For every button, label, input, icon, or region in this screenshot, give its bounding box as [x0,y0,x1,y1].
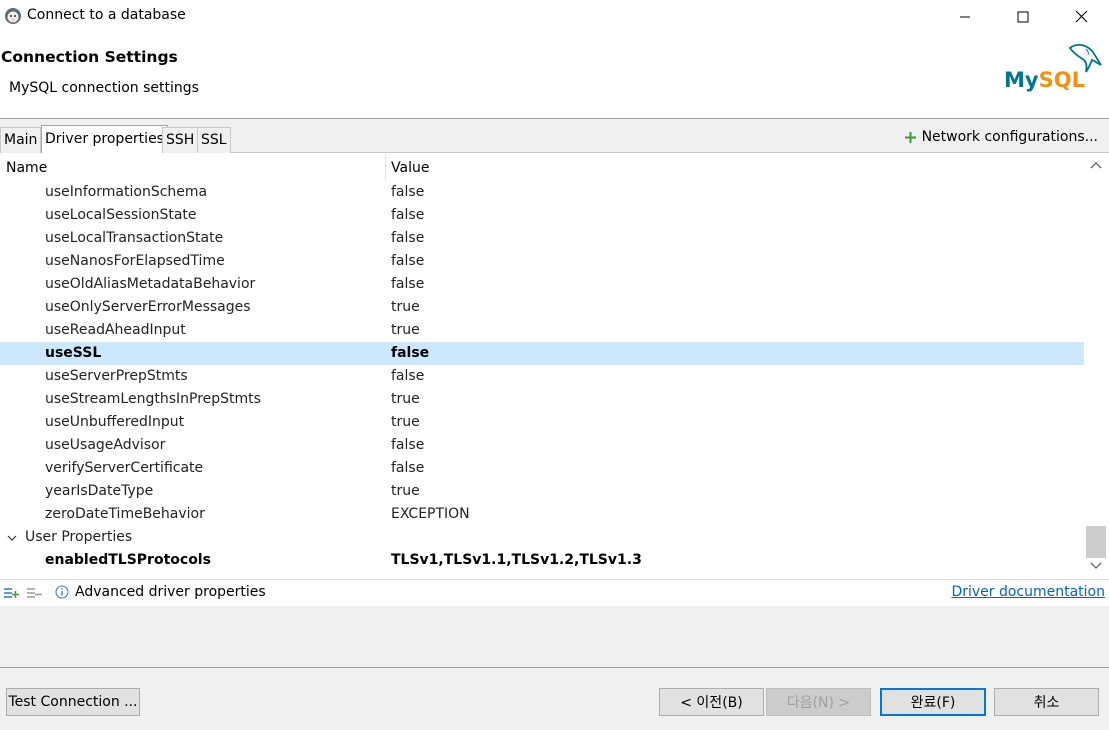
property-value[interactable]: false [391,184,424,200]
tab-bar: Main Driver properties SSH SSL Network c… [0,119,1109,154]
back-button[interactable]: < 이전(B) [659,688,764,716]
property-name: enabledTLSProtocols [45,552,211,568]
window-title: Connect to a database [27,7,186,23]
group-label: User Properties [25,529,133,545]
property-name: useLocalSessionState [45,207,197,223]
property-value[interactable]: false [391,460,424,476]
property-name: zeroDateTimeBehavior [45,506,205,522]
table-row[interactable]: enabledTLSProtocols TLSv1,TLSv1.1,TLSv1.2… [0,549,1084,572]
tab-ssh[interactable]: SSH [162,127,199,153]
table-row[interactable]: useLocalTransactionState false [0,227,1084,250]
property-value[interactable]: false [391,207,424,223]
chevron-down-icon[interactable] [6,532,18,544]
property-name: useReadAheadInput [45,322,186,338]
property-value[interactable]: true [391,322,420,338]
property-value[interactable]: false [391,276,424,292]
property-name: yearIsDateType [45,483,154,499]
vertical-scrollbar[interactable] [1084,153,1109,579]
collapse-all-icon[interactable] [26,586,42,600]
table-row[interactable]: verifyServerCertificate false [0,457,1084,480]
property-name: useUnbufferedInput [45,414,185,430]
table-row[interactable]: useUnbufferedInput true [0,411,1084,434]
table-row[interactable]: yearIsDateType true [0,480,1084,503]
scroll-up-icon[interactable] [1089,159,1103,171]
network-configurations-label: Network configurations... [921,129,1098,145]
maximize-icon [1017,11,1029,22]
property-value[interactable]: false [391,368,424,384]
driver-documentation-link[interactable]: Driver documentation [951,584,1105,600]
next-button[interactable]: 다음(N) > [766,688,871,716]
property-value[interactable]: false [391,437,424,453]
property-name: useServerPrepStmts [45,368,188,384]
property-name: useNanosForElapsedTime [45,253,225,269]
property-value[interactable]: false [391,253,424,269]
property-value[interactable]: true [391,483,420,499]
network-configurations-button[interactable]: Network configurations... [904,129,1098,145]
scrollbar-thumb[interactable] [1086,526,1106,558]
property-name: verifyServerCertificate [45,460,204,476]
plus-icon [904,131,916,143]
property-value[interactable]: false [391,345,429,361]
property-value[interactable]: EXCEPTION [391,506,470,522]
property-name: useLocalTransactionState [45,230,224,246]
table-body: useInformationSchema false useLocalSessio… [0,181,1084,572]
mysql-logo: MySQL [1004,44,1102,92]
minimize-button[interactable] [936,0,994,33]
wizard-header: Connection Settings MySQL connection set… [0,33,1109,119]
logo-text: MySQL [1004,68,1085,92]
property-name: useUsageAdvisor [45,437,166,453]
table-row[interactable]: useNanosForElapsedTime false [0,250,1084,273]
table-row[interactable]: useUsageAdvisor false [0,434,1084,457]
column-divider[interactable] [385,155,386,180]
close-button[interactable] [1052,0,1109,33]
table-row[interactable]: useLocalSessionState false [0,204,1084,227]
scroll-down-icon[interactable] [1089,560,1103,572]
property-name: useOnlyServerErrorMessages [45,299,251,315]
table-row[interactable]: useStreamLengthsInPrepStmts true [0,388,1084,411]
property-name: useSSL [45,345,102,361]
test-connection-button[interactable]: Test Connection ... [6,688,140,716]
minimize-icon [960,16,970,17]
divider [0,667,1109,668]
property-value[interactable]: true [391,414,420,430]
page-title: Connection Settings [1,48,178,66]
dbeaver-icon [5,8,21,24]
properties-toolbar: Advanced driver properties Driver docume… [0,579,1109,606]
tab-driver-properties[interactable]: Driver properties [41,125,168,154]
table-header: Name Value [0,153,1084,182]
property-value[interactable]: TLSv1,TLSv1.1,TLSv1.2,TLSv1.3 [391,552,642,568]
table-row[interactable]: useReadAheadInput true [0,319,1084,342]
property-name: useInformationSchema [45,184,208,200]
property-name: useOldAliasMetadataBehavior [45,276,256,292]
table-row-selected[interactable]: useSSL false [0,342,1084,365]
column-header-value[interactable]: Value [391,160,429,176]
property-value[interactable]: true [391,299,420,315]
expand-all-icon[interactable] [3,586,19,600]
property-name: useStreamLengthsInPrepStmts [45,391,261,407]
info-icon [55,585,69,599]
tab-main[interactable]: Main [0,127,42,153]
close-icon [1075,10,1087,23]
cancel-button[interactable]: 취소 [994,688,1099,716]
property-value[interactable]: false [391,230,424,246]
table-row[interactable]: useInformationSchema false [0,181,1084,204]
table-row[interactable]: useOnlyServerErrorMessages true [0,296,1084,319]
table-row[interactable]: useServerPrepStmts false [0,365,1084,388]
title-bar: Connect to a database [0,0,1109,33]
property-value[interactable]: true [391,391,420,407]
advanced-driver-properties-label: Advanced driver properties [75,584,266,600]
page-subtitle: MySQL connection settings [9,80,199,96]
finish-button[interactable]: 완료(F) [880,688,986,716]
column-header-name[interactable]: Name [6,160,47,176]
maximize-button[interactable] [994,0,1052,33]
driver-properties-table: Name Value useInformationSchema false use… [0,153,1109,579]
table-row[interactable]: useOldAliasMetadataBehavior false [0,273,1084,296]
table-row[interactable]: zeroDateTimeBehavior EXCEPTION [0,503,1084,526]
user-properties-group[interactable]: User Properties [0,526,1084,549]
tab-ssl[interactable]: SSL [197,127,231,153]
